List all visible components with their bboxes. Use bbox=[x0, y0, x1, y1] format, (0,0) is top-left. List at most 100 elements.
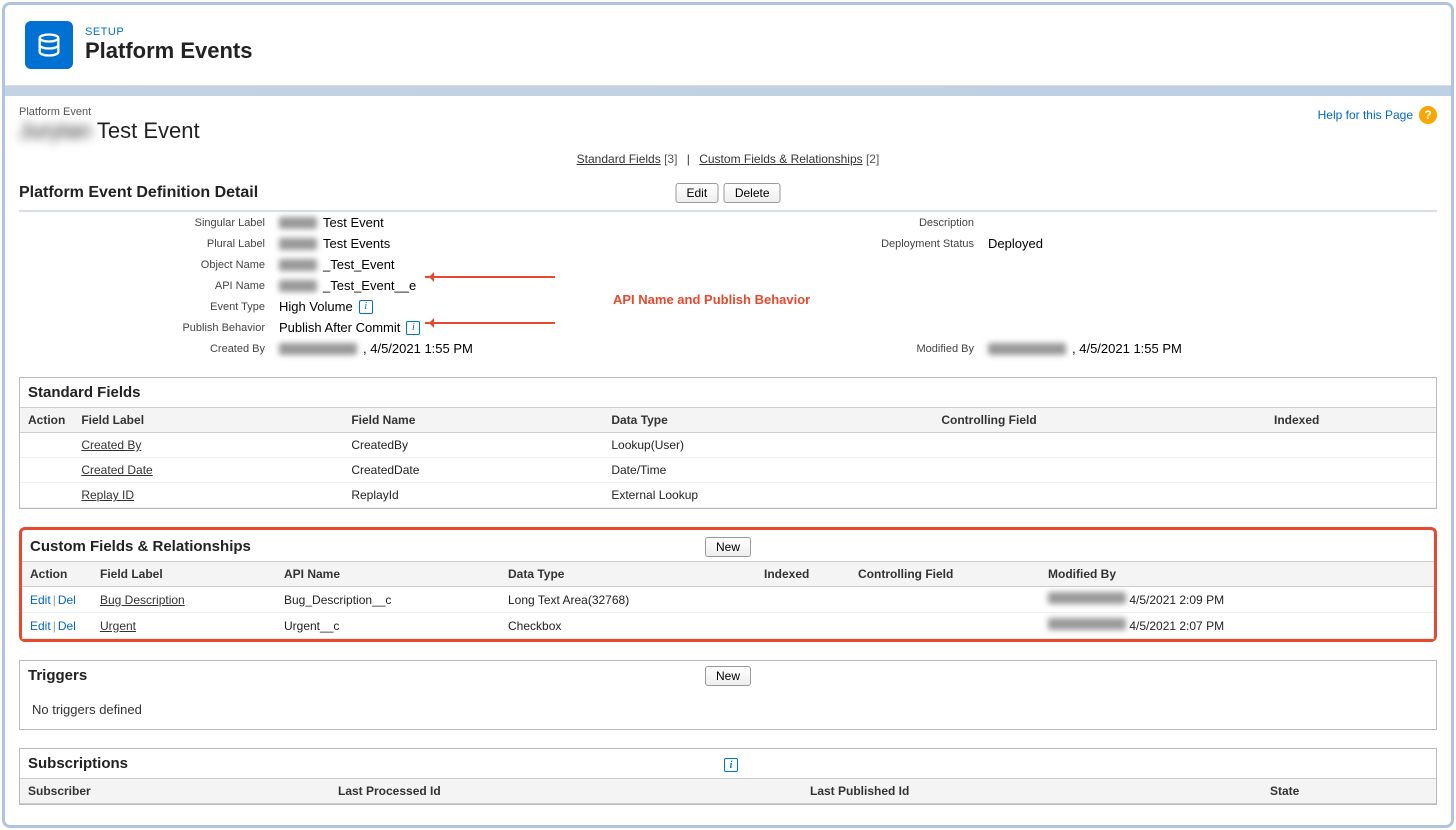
label-plural: Plural Label bbox=[23, 236, 279, 251]
label-object-name: Object Name bbox=[23, 257, 279, 272]
label-created-by: Created By bbox=[23, 341, 279, 356]
field-api-name: Bug_Description__c bbox=[276, 587, 500, 613]
divider-strip bbox=[5, 86, 1451, 96]
value-description bbox=[988, 215, 1433, 230]
label-publish-behavior: Publish Behavior bbox=[23, 320, 279, 335]
th-last-published: Last Published Id bbox=[802, 779, 1262, 804]
field-type: Date/Time bbox=[603, 458, 933, 483]
info-icon[interactable]: i bbox=[359, 300, 373, 314]
th-modified-by: Modified By bbox=[1040, 562, 1434, 587]
triggers-section: Triggers New No triggers defined bbox=[19, 660, 1437, 730]
triggers-title: Triggers bbox=[28, 667, 87, 684]
field-type: Checkbox bbox=[500, 613, 756, 639]
help-link-container: Help for this Page ? bbox=[1318, 106, 1437, 124]
subscriptions-section: Subscriptions i Subscriber Last Processe… bbox=[19, 748, 1437, 805]
label-modified-by: Modified By bbox=[732, 341, 988, 356]
info-icon[interactable]: i bbox=[724, 758, 738, 772]
th-field-label: Field Label bbox=[73, 408, 343, 433]
th-state: State bbox=[1262, 779, 1436, 804]
field-label-link[interactable]: Bug Description bbox=[100, 593, 185, 607]
help-icon[interactable]: ? bbox=[1419, 106, 1437, 124]
record-name: Jurytan Test Event bbox=[19, 118, 1437, 144]
th-action: Action bbox=[20, 408, 73, 433]
th-controlling-field: Controlling Field bbox=[933, 408, 1266, 433]
del-link[interactable]: Del bbox=[58, 619, 76, 633]
standard-fields-title: Standard Fields bbox=[28, 384, 141, 401]
th-subscriber: Subscriber bbox=[20, 779, 330, 804]
record-type-label: Platform Event bbox=[19, 106, 1437, 118]
th-api-name: API Name bbox=[276, 562, 500, 587]
edit-button[interactable]: Edit bbox=[676, 183, 719, 203]
header-text: SETUP Platform Events bbox=[85, 26, 253, 64]
new-trigger-button[interactable]: New bbox=[705, 666, 751, 686]
field-modified-by: 4/5/2021 2:07 PM bbox=[1040, 613, 1434, 639]
value-modified-by: , 4/5/2021 1:55 PM bbox=[988, 341, 1433, 356]
help-link[interactable]: Help for this Page bbox=[1318, 108, 1413, 122]
field-name: CreatedBy bbox=[343, 433, 603, 458]
header-main: Platform Events bbox=[85, 38, 253, 64]
record-title-row: Platform Event Jurytan Test Event Help f… bbox=[19, 106, 1437, 144]
table-row: Created Date CreatedDate Date/Time bbox=[20, 458, 1436, 483]
table-row: Created By CreatedBy Lookup(User) bbox=[20, 433, 1436, 458]
field-name: ReplayId bbox=[343, 483, 603, 508]
value-api-name: _Test_Event__e bbox=[279, 278, 724, 293]
standard-fields-section: Standard Fields Action Field Label Field… bbox=[19, 377, 1437, 509]
anchor-custom-fields[interactable]: Custom Fields & Relationships bbox=[699, 152, 862, 166]
th-data-type: Data Type bbox=[603, 408, 933, 433]
value-created-by: , 4/5/2021 1:55 PM bbox=[279, 341, 724, 356]
table-row: Edit|Del Urgent Urgent__c Checkbox 4/5/2… bbox=[22, 613, 1434, 639]
custom-fields-table: Action Field Label API Name Data Type In… bbox=[22, 561, 1434, 639]
field-label-link[interactable]: Replay ID bbox=[81, 488, 134, 502]
anchor-standard-count: [3] bbox=[664, 152, 677, 166]
subscriptions-title: Subscriptions bbox=[28, 755, 128, 772]
value-object-name: _Test_Event bbox=[279, 257, 724, 272]
field-label-link[interactable]: Created Date bbox=[81, 463, 152, 477]
delete-button[interactable]: Delete bbox=[724, 183, 781, 203]
custom-fields-title: Custom Fields & Relationships bbox=[30, 538, 251, 555]
field-label-link[interactable]: Created By bbox=[81, 438, 141, 452]
th-field-label: Field Label bbox=[92, 562, 276, 587]
value-event-type: High Volumei bbox=[279, 299, 724, 314]
detail-section-title: Platform Event Definition Detail bbox=[19, 184, 258, 202]
table-row: Edit|Del Bug Description Bug_Description… bbox=[22, 587, 1434, 613]
th-action: Action bbox=[22, 562, 92, 587]
del-link[interactable]: Del bbox=[58, 593, 76, 607]
field-type: External Lookup bbox=[603, 483, 933, 508]
label-description: Description bbox=[732, 215, 988, 230]
value-publish-behavior: Publish After Commiti bbox=[279, 320, 724, 335]
edit-link[interactable]: Edit bbox=[30, 619, 51, 633]
standard-fields-table: Action Field Label Field Name Data Type … bbox=[20, 407, 1436, 508]
table-row: Replay ID ReplayId External Lookup bbox=[20, 483, 1436, 508]
subscriptions-table: Subscriber Last Processed Id Last Publis… bbox=[20, 778, 1436, 804]
triggers-empty-msg: No triggers defined bbox=[20, 690, 1436, 729]
field-api-name: Urgent__c bbox=[276, 613, 500, 639]
header-sub: SETUP bbox=[85, 26, 253, 38]
edit-link[interactable]: Edit bbox=[30, 593, 51, 607]
th-indexed: Indexed bbox=[1266, 408, 1436, 433]
detail-container: Singular Label Test Event Description Pl… bbox=[19, 210, 1437, 359]
platform-events-icon bbox=[25, 21, 73, 69]
field-type: Lookup(User) bbox=[603, 433, 933, 458]
th-field-name: Field Name bbox=[343, 408, 603, 433]
th-indexed: Indexed bbox=[756, 562, 850, 587]
label-singular: Singular Label bbox=[23, 215, 279, 230]
th-data-type: Data Type bbox=[500, 562, 756, 587]
value-singular: Test Event bbox=[279, 215, 724, 230]
anchor-custom-count: [2] bbox=[866, 152, 879, 166]
th-last-processed: Last Processed Id bbox=[330, 779, 802, 804]
field-type: Long Text Area(32768) bbox=[500, 587, 756, 613]
label-deployment-status: Deployment Status bbox=[732, 236, 988, 251]
label-api-name: API Name bbox=[23, 278, 279, 293]
detail-section-header: Platform Event Definition Detail Edit De… bbox=[19, 184, 1437, 202]
field-name: CreatedDate bbox=[343, 458, 603, 483]
field-label-link[interactable]: Urgent bbox=[100, 619, 136, 633]
anchor-nav: Standard Fields [3] | Custom Fields & Re… bbox=[19, 152, 1437, 166]
field-modified-by: 4/5/2021 2:09 PM bbox=[1040, 587, 1434, 613]
anchor-standard-fields[interactable]: Standard Fields bbox=[577, 152, 661, 166]
value-plural: Test Events bbox=[279, 236, 724, 251]
custom-fields-section: Custom Fields & Relationships New Action… bbox=[19, 527, 1437, 642]
new-custom-field-button[interactable]: New bbox=[705, 537, 751, 557]
info-icon[interactable]: i bbox=[406, 321, 420, 335]
page-header: SETUP Platform Events bbox=[5, 5, 1451, 86]
th-controlling-field: Controlling Field bbox=[850, 562, 1040, 587]
